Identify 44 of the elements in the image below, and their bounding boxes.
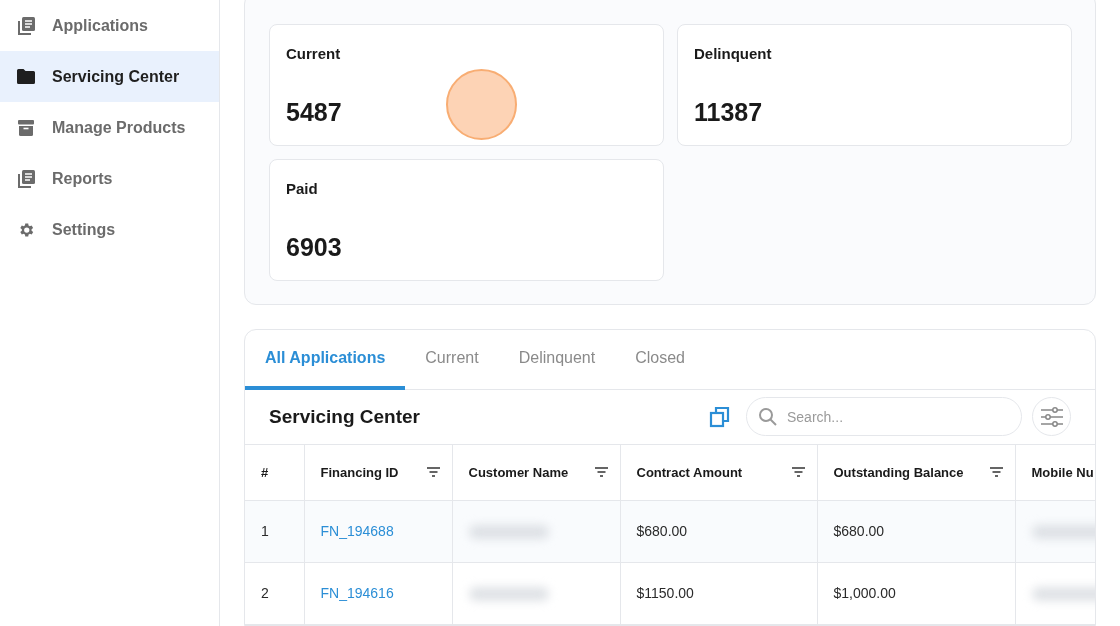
card-label: Current <box>286 44 342 64</box>
sidebar-item[interactable]: Applications <box>0 0 219 51</box>
filter-icon[interactable] <box>791 467 805 478</box>
column-header[interactable]: # <box>245 444 304 501</box>
column-header[interactable]: Mobile Nu <box>1015 444 1095 501</box>
sidebar-item[interactable]: Reports <box>0 153 219 204</box>
sliders-icon <box>1039 406 1064 427</box>
document-list-icon <box>17 169 35 188</box>
archive-box-icon <box>18 119 34 136</box>
financing-id-link[interactable]: FN_194688 <box>320 523 394 539</box>
folder-icon <box>17 69 35 84</box>
column-header[interactable]: Outstanding Balance <box>817 444 1015 501</box>
column-header[interactable]: Financing ID <box>304 444 452 501</box>
card-label: Delinquent <box>694 44 773 64</box>
table-title: Servicing Center <box>269 404 420 429</box>
table-cell: $680.00 <box>833 523 885 539</box>
filter-icon[interactable] <box>989 467 1003 478</box>
sidebar-item[interactable]: Settings <box>0 204 219 255</box>
card-value: 11387 <box>694 96 763 128</box>
financing-id-link[interactable]: FN_194616 <box>320 585 394 601</box>
column-header[interactable]: Customer Name <box>452 444 620 501</box>
table-cell: $1150.00 <box>636 585 694 601</box>
table-cell: $1,000.00 <box>833 585 896 601</box>
card-value: 5487 <box>286 96 342 128</box>
table-cell: $680.00 <box>636 523 688 539</box>
card-label: Paid <box>286 179 319 199</box>
tab[interactable]: Closed <box>615 330 705 390</box>
column-header[interactable]: Contract Amount <box>620 444 817 501</box>
filter-icon[interactable] <box>594 467 608 478</box>
sidebar-item[interactable]: Servicing Center <box>0 51 219 102</box>
redacted-text <box>1031 524 1095 539</box>
redacted-text <box>1031 586 1095 601</box>
card-value: 6903 <box>286 231 342 263</box>
tab[interactable]: All Applications <box>245 330 406 390</box>
search-icon <box>758 407 778 428</box>
tab[interactable]: Delinquent <box>498 330 616 390</box>
search-field[interactable]: Search... <box>746 397 1022 437</box>
tab[interactable]: Current <box>405 330 499 390</box>
filter-icon[interactable] <box>426 467 440 478</box>
sidebar-item[interactable]: Manage Products <box>0 102 219 153</box>
copy-icon[interactable] <box>709 405 731 428</box>
table-cell: 1 <box>261 523 269 539</box>
document-list-icon <box>17 16 35 35</box>
table-cell: 2 <box>261 585 269 601</box>
